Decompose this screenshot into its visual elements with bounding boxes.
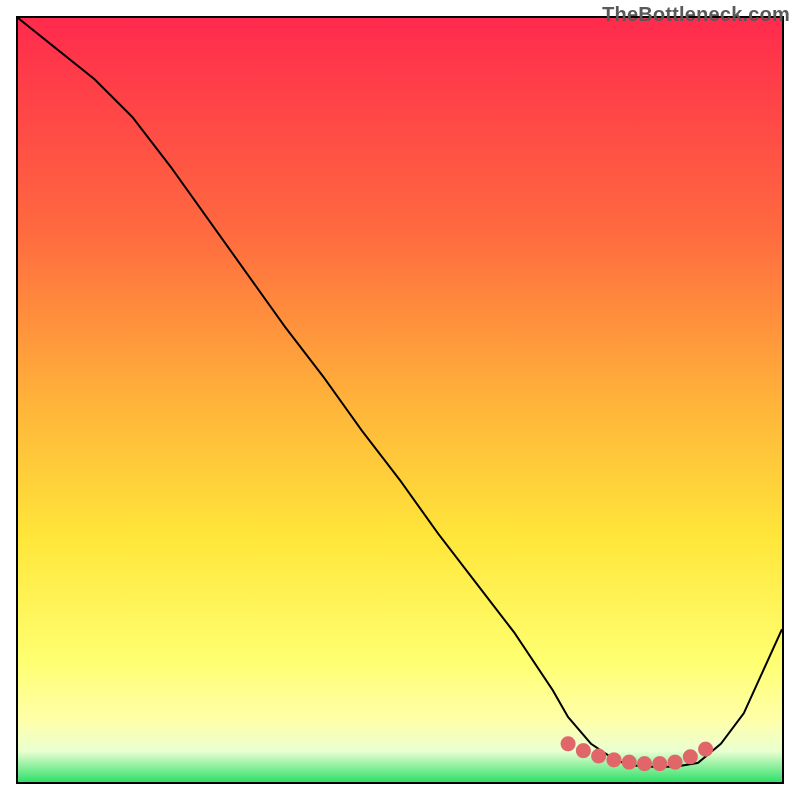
optimal-marker: [622, 755, 636, 769]
optimal-marker: [699, 742, 713, 756]
chart-plot-area: [16, 16, 784, 784]
optimal-marker: [668, 755, 682, 769]
gradient-background: [18, 18, 782, 782]
optimal-marker: [592, 749, 606, 763]
optimal-marker: [637, 757, 651, 771]
chart-svg: [18, 18, 782, 782]
optimal-marker: [653, 757, 667, 771]
watermark-text: TheBottleneck.com: [602, 4, 790, 27]
optimal-marker: [607, 753, 621, 767]
optimal-marker: [561, 737, 575, 751]
optimal-marker: [683, 750, 697, 764]
optimal-marker: [576, 744, 590, 758]
